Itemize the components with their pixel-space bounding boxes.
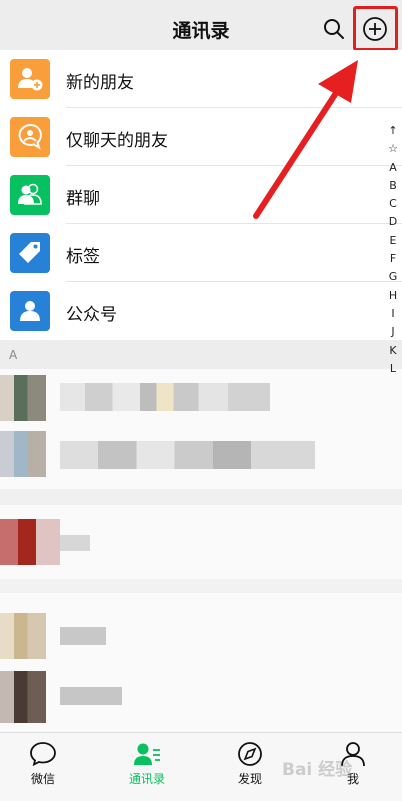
group-chat-icon — [10, 175, 50, 215]
index-letter[interactable]: A — [384, 159, 402, 177]
contact-name-blur — [60, 383, 270, 411]
menu-label: 群聊 — [66, 189, 100, 209]
divider — [0, 489, 402, 505]
index-letter[interactable]: G — [384, 268, 402, 286]
tab-label: 微信 — [30, 772, 55, 786]
contact-list[interactable] — [0, 369, 402, 732]
index-letter[interactable]: K — [384, 342, 402, 360]
navigation-bar: 通讯录 — [0, 0, 402, 56]
add-friend-icon — [10, 59, 50, 99]
add-circle-icon[interactable] — [361, 15, 389, 43]
contacts-function-list: 新的朋友 仅聊天的朋友 群聊 标签 公众号 — [0, 50, 402, 340]
search-icon[interactable] — [322, 17, 346, 41]
menu-label: 仅聊天的朋友 — [66, 131, 168, 151]
index-letter[interactable]: D — [384, 213, 402, 231]
menu-label: 标签 — [66, 247, 100, 267]
index-letter[interactable]: H — [384, 287, 402, 305]
section-letter: A — [9, 348, 18, 362]
chat-bubble-icon — [30, 742, 56, 767]
index-letter[interactable]: C — [384, 195, 402, 213]
chat-only-friend-icon — [10, 117, 50, 157]
tag-icon — [10, 233, 50, 273]
index-letter[interactable]: F — [384, 250, 402, 268]
tab-contacts[interactable]: 通讯录 — [107, 739, 187, 795]
index-letter[interactable]: B — [384, 177, 402, 195]
tab-label: 发现 — [237, 772, 262, 786]
menu-label: 新的朋友 — [66, 73, 134, 93]
bottom-tab-bar: 微信 通讯录 发现 我 Bai 经验 — [0, 732, 402, 801]
tags-item[interactable]: 标签 — [0, 224, 402, 282]
divider — [0, 579, 402, 593]
tab-discover[interactable]: 发现 — [210, 739, 290, 795]
contact-name-blur — [60, 687, 122, 705]
section-header: A — [0, 341, 402, 369]
contact-name-blur — [60, 627, 106, 645]
contacts-icon — [134, 743, 160, 765]
official-account-icon — [10, 291, 50, 331]
contact-avatar-blur[interactable] — [0, 431, 46, 477]
new-friends-item[interactable]: 新的朋友 — [0, 50, 402, 108]
index-letter[interactable]: ☆ — [384, 140, 402, 158]
compass-icon — [238, 742, 262, 766]
menu-label: 公众号 — [66, 305, 117, 325]
official-accounts-item[interactable]: 公众号 — [0, 282, 402, 340]
tab-chats[interactable]: 微信 — [3, 739, 83, 795]
contact-name-blur — [60, 441, 315, 469]
index-letter[interactable]: ↑ — [384, 122, 402, 140]
index-letter[interactable]: I — [384, 305, 402, 323]
index-letter[interactable]: L — [384, 360, 402, 378]
index-letter[interactable]: J — [384, 323, 402, 341]
alphabet-index[interactable]: ↑ ☆ A B C D E F G H I J K L — [384, 122, 402, 375]
group-chats-item[interactable]: 群聊 — [0, 166, 402, 224]
contact-avatar-blur[interactable] — [0, 375, 46, 421]
contact-avatar-blur[interactable] — [0, 671, 46, 723]
index-letter[interactable]: E — [384, 232, 402, 250]
contact-avatar-blur[interactable] — [0, 613, 46, 659]
contact-name-blur — [60, 535, 90, 551]
contact-avatar-blur[interactable] — [0, 519, 60, 565]
chat-only-friends-item[interactable]: 仅聊天的朋友 — [0, 108, 402, 166]
tab-label: 通讯录 — [128, 772, 165, 786]
watermark: Bai 经验 — [282, 760, 353, 780]
